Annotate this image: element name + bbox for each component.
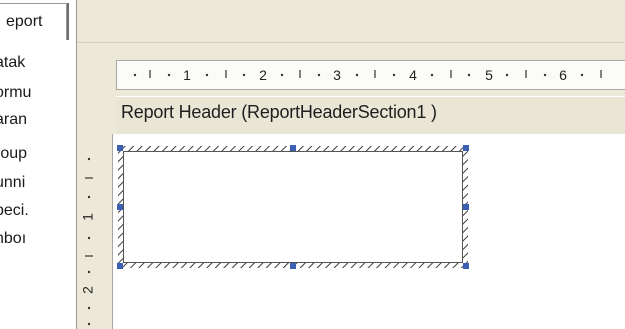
vertical-ruler-marks bbox=[85, 157, 93, 326]
ruler-dot-tick bbox=[87, 236, 91, 240]
horizontal-ruler-graphic: 1 2 3 4 5 6 bbox=[133, 67, 602, 83]
horizontal-ruler-marks bbox=[133, 70, 602, 78]
field-explorer-panel: eport atak ormu aran roup unni peci. nbo… bbox=[0, 0, 77, 329]
ruler-dot-tick bbox=[280, 73, 284, 77]
ruler-dot-tick bbox=[543, 73, 547, 77]
ruler-dot-tick bbox=[87, 322, 91, 326]
section-title: Report Header (ReportHeaderSection1 ) bbox=[121, 102, 437, 122]
resize-handle-top-middle[interactable] bbox=[290, 145, 296, 151]
ruler-dot-tick bbox=[242, 73, 246, 77]
explorer-item-label: nboı bbox=[0, 230, 27, 247]
resize-handle-middle-right[interactable] bbox=[463, 204, 469, 210]
resize-handle-bottom-middle[interactable] bbox=[290, 263, 296, 269]
explorer-item-unbound-fields[interactable]: nboı bbox=[0, 228, 72, 250]
explorer-item-label: aran bbox=[0, 111, 28, 128]
resize-handle-top-left[interactable] bbox=[117, 145, 123, 151]
object-body bbox=[124, 152, 462, 262]
ruler-dot-tick bbox=[167, 73, 171, 77]
ruler-number: 2 bbox=[259, 67, 267, 83]
ruler-number: 4 bbox=[409, 67, 417, 83]
tab-report-label: eport bbox=[6, 13, 43, 30]
ruler-dot-tick bbox=[467, 73, 471, 77]
ruler-dot-tick bbox=[205, 73, 209, 77]
designer-toolbar-strip bbox=[77, 0, 625, 43]
horizontal-ruler[interactable]: 1 2 3 4 5 6 bbox=[116, 60, 625, 90]
selection-frame-graphic bbox=[117, 145, 469, 269]
explorer-item-label: ormu bbox=[0, 84, 32, 101]
explorer-item-group-name-fields[interactable]: roup bbox=[0, 143, 72, 165]
explorer-item-label: roup bbox=[0, 145, 28, 162]
resize-handle-top-right[interactable] bbox=[463, 145, 469, 151]
ruler-dot-tick bbox=[580, 73, 584, 77]
explorer-item-parameter-fields[interactable]: aran bbox=[0, 109, 72, 131]
ruler-number: 5 bbox=[485, 67, 493, 83]
ruler-number: 2 bbox=[80, 286, 96, 294]
ruler-number: 6 bbox=[559, 67, 567, 83]
vertical-ruler-graphic: 1 2 bbox=[80, 157, 96, 326]
explorer-item-formula-fields[interactable]: ormu bbox=[0, 82, 72, 104]
ruler-dot-tick bbox=[355, 73, 359, 77]
selected-report-object[interactable] bbox=[117, 145, 469, 269]
ruler-number: 3 bbox=[333, 67, 341, 83]
ruler-dot-tick bbox=[317, 73, 321, 77]
explorer-item-database-fields[interactable]: atak bbox=[0, 52, 72, 74]
ruler-dot-tick bbox=[505, 73, 509, 77]
ruler-dot-tick bbox=[133, 73, 137, 77]
resize-handle-middle-left[interactable] bbox=[117, 204, 123, 210]
explorer-item-running-total-fields[interactable]: unni bbox=[0, 172, 72, 194]
resize-handle-bottom-right[interactable] bbox=[463, 263, 469, 269]
explorer-item-special-fields[interactable]: peci. bbox=[0, 200, 72, 222]
explorer-item-label: atak bbox=[0, 54, 26, 71]
ruler-dot-tick bbox=[87, 306, 91, 310]
vertical-ruler[interactable]: 1 2 bbox=[78, 138, 108, 329]
ruler-dot-tick bbox=[430, 73, 434, 77]
ruler-dot-tick bbox=[87, 195, 91, 199]
ruler-dot-tick bbox=[87, 157, 91, 161]
resize-handle-bottom-left[interactable] bbox=[117, 263, 123, 269]
explorer-item-label: unni bbox=[0, 174, 26, 191]
ruler-number: 1 bbox=[183, 67, 191, 83]
ruler-dot-tick bbox=[392, 73, 396, 77]
tab-report[interactable]: eport bbox=[0, 3, 67, 40]
ruler-number: 1 bbox=[80, 213, 96, 221]
explorer-item-label: peci. bbox=[0, 202, 29, 219]
ruler-dot-tick bbox=[87, 270, 91, 274]
